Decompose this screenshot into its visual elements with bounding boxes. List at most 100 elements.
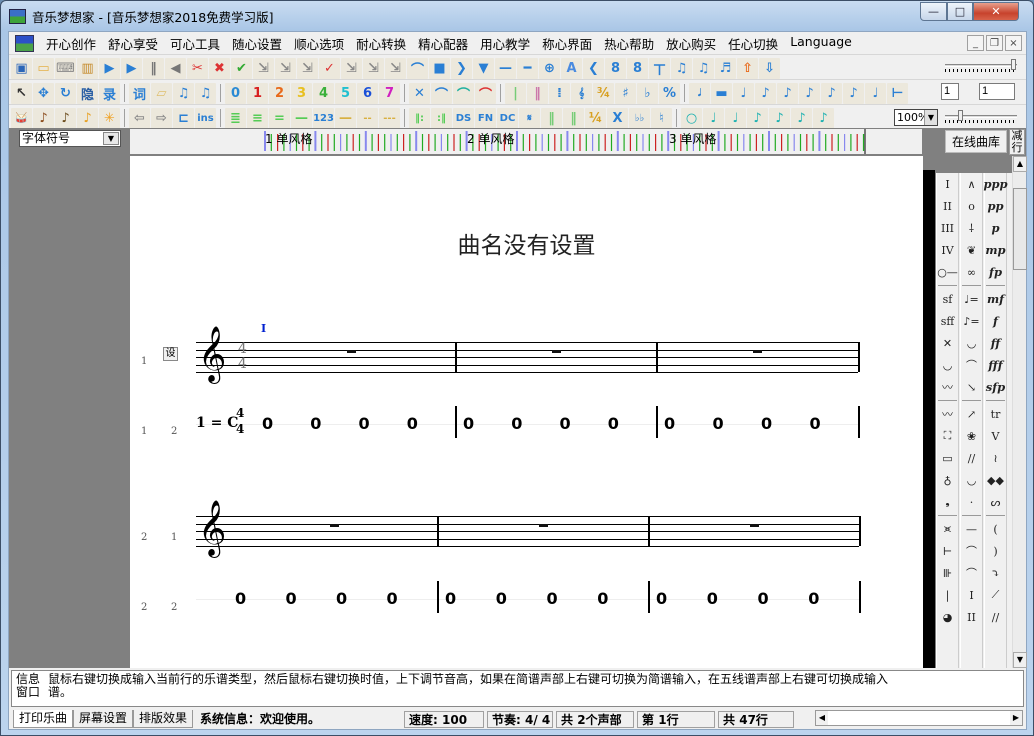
play-from-cursor-button[interactable]: ▶ [121,57,142,79]
segno-button[interactable]: 𝄋 [519,107,540,129]
dash-3-button[interactable]: --- [379,107,400,129]
treble-clef-button[interactable]: 𝄞 [571,82,592,104]
symbol-col3-2[interactable]: p [984,217,1007,239]
menu-item-4[interactable]: 顺心选项 [288,34,350,53]
scroll-up-icon[interactable]: ▲ [1013,156,1027,172]
symbol-col3-8[interactable]: fff [984,354,1007,376]
flat-button[interactable]: ♭ [637,82,658,104]
volume-slider[interactable] [945,59,1017,73]
sixteenth-note-button[interactable]: ♪ [777,82,798,104]
whole-rest-button[interactable]: ▬ [711,82,732,104]
menu-item-1[interactable]: 舒心享受 [102,34,164,53]
symbol-col2-5[interactable]: ♩= [960,288,983,310]
ghost-note-button[interactable]: ♪ [821,82,842,104]
symbol-col3-12[interactable]: ≀ [984,447,1007,469]
jianpu-note[interactable]: 0 [407,414,418,433]
jianpu-note[interactable]: 0 [597,589,608,608]
eighth-note-button[interactable]: ♪ [755,82,776,104]
digit-2-button[interactable]: 2 [269,82,290,104]
symbol-col2-12[interactable]: // [960,447,983,469]
symbol-col3-6[interactable]: f [984,310,1007,332]
dash-2-button[interactable]: -- [357,107,378,129]
symbol-col1-8[interactable]: ◡ [936,354,959,376]
symbol-col2-14[interactable]: · [960,491,983,513]
eraser-button[interactable]: ▱ [151,82,172,104]
jianpu-note[interactable]: 0 [286,589,297,608]
lyrics-button[interactable]: 词 [129,82,150,104]
jianpu-note[interactable]: 0 [810,414,821,433]
marker-1-button[interactable]: ⇲ [253,57,274,79]
symbol-col1-14[interactable]: ❟ [936,491,959,513]
chevron-right-button[interactable]: ❯ [451,57,472,79]
symbol-col2-9[interactable]: ↘ [960,376,983,398]
barline-double-button[interactable]: ‖ [527,82,548,104]
jianpu-note[interactable]: 0 [310,414,321,433]
menu-item-6[interactable]: 精心配器 [412,34,474,53]
menu-item-12[interactable]: Language [784,34,858,53]
fine-button[interactable]: FN [475,107,496,129]
jianpu-note[interactable]: 0 [560,414,571,433]
menu-item-9[interactable]: 热心帮助 [598,34,660,53]
menu-item-10[interactable]: 放心购买 [660,34,722,53]
barline-single-button[interactable]: | [505,82,526,104]
insert-button[interactable]: ins [195,107,216,129]
symbol-col3-19[interactable]: // [984,606,1007,628]
jianpu-note[interactable]: 0 [262,414,273,433]
arrow-right-button[interactable]: ⇨ [151,107,172,129]
symbol-col1-19[interactable]: ◕ [936,606,959,628]
menu-item-2[interactable]: 可心工具 [164,34,226,53]
marker-3-button[interactable]: ⇲ [297,57,318,79]
save-button[interactable]: ▣ [11,57,32,79]
sixteenth-note-teal-button[interactable]: ♪ [769,107,790,129]
lines-1-button[interactable]: — [291,107,312,129]
time-sig-44-button[interactable]: ¼ [585,107,606,129]
symbol-col1-2[interactable]: III [936,217,959,239]
symbol-col3-17[interactable]: ⤵ [984,562,1007,584]
whole-rest[interactable] [538,523,548,527]
menu-item-3[interactable]: 随心设置 [226,34,288,53]
whole-rest[interactable] [330,523,339,527]
jianpu-note[interactable]: 0 [713,414,724,433]
symbol-col3-7[interactable]: ff [984,332,1007,354]
menu-item-11[interactable]: 任心切换 [722,34,784,53]
marker-4-button[interactable]: ⇲ [341,57,362,79]
pointer-button[interactable]: ↖ [11,82,32,104]
speed-slider[interactable] [945,110,1017,124]
pause-button[interactable]: ‖ [143,57,164,79]
line-short-button[interactable]: — [495,57,516,79]
repeat-start-button[interactable]: ‖: [409,107,430,129]
symbol-col3-13[interactable]: ◆◆ [984,469,1007,491]
chevron-down-icon[interactable]: ▼ [924,110,937,125]
quarter-note-teal-button[interactable]: ♩ [725,107,746,129]
bar-green-1-button[interactable]: ‖ [541,107,562,129]
minimize-button[interactable]: — [920,2,947,21]
jianpu-note[interactable]: 0 [496,589,507,608]
jianpu-note[interactable]: 0 [547,589,558,608]
crosshair-button[interactable]: ⊕ [539,57,560,79]
symbol-col2-8[interactable]: ⌒ [960,354,983,376]
symbol-col2-16[interactable]: ⌒ [960,540,983,562]
style-ruler[interactable]: 1 单风格 2 单风格 3 单风格 [130,129,922,154]
chevron-down-icon[interactable]: ▼ [103,132,119,145]
tie-button[interactable]: ⌒ [453,82,474,104]
digit-0-button[interactable]: 0 [225,82,246,104]
symbol-col2-19[interactable]: II [960,606,983,628]
jianpu-note[interactable]: 0 [235,589,246,608]
symbol-col2-7[interactable]: ◡ [960,332,983,354]
zoom-select[interactable]: 100% ▼ [894,109,938,126]
percent-button[interactable]: % [659,82,680,104]
symbol-col1-6[interactable]: sff [936,310,959,332]
digit-3-button[interactable]: 3 [291,82,312,104]
symbol-col3-5[interactable]: mf [984,288,1007,310]
jianpu-note[interactable]: 0 [359,414,370,433]
thirtysecond-note-teal-button[interactable]: ♪ [791,107,812,129]
beam-split-button[interactable]: ♫ [195,82,216,104]
symbol-col1-3[interactable]: IV [936,239,959,261]
symbol-col1-16[interactable]: ⊢ [936,540,959,562]
symbol-col1-11[interactable]: ⛶ [936,425,959,447]
play-button[interactable]: ▶ [99,57,120,79]
menu-item-8[interactable]: 称心界面 [536,34,598,53]
vertical-scrollbar[interactable]: ▲ ▼ [1012,156,1027,668]
measure-input[interactable]: 1 [941,83,959,100]
grace-note-button[interactable]: ♪ [843,82,864,104]
